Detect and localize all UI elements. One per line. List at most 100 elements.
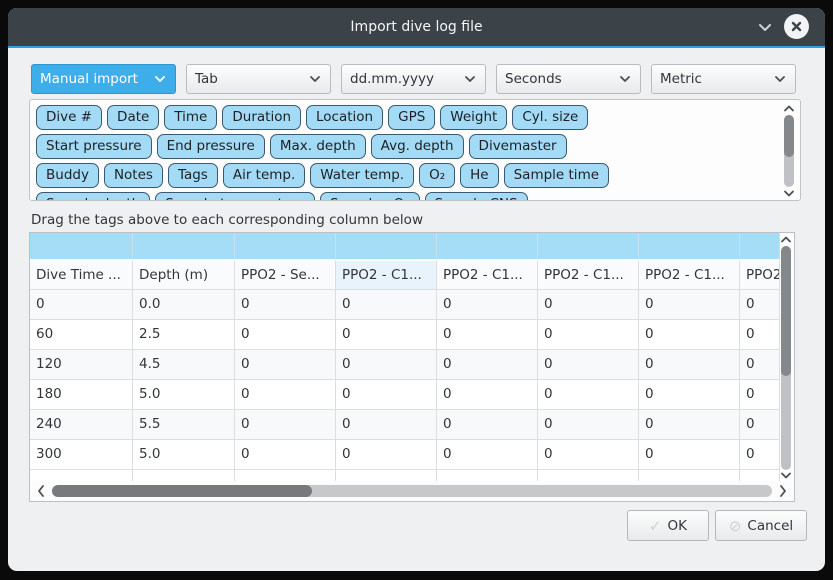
column-header[interactable]: PPO2 - C1... xyxy=(538,261,639,290)
dropdown-label: Manual import xyxy=(40,71,153,87)
table-cell xyxy=(437,470,538,481)
table-hscrollbar[interactable] xyxy=(30,481,794,501)
table-cell: 0 xyxy=(538,410,639,440)
drop-target-cell[interactable] xyxy=(336,233,437,261)
table-cell xyxy=(133,470,235,481)
tag-water-temp-[interactable]: Water temp. xyxy=(310,163,414,188)
tag-date[interactable]: Date xyxy=(107,105,159,130)
table-cell: 0 xyxy=(235,410,336,440)
tag-sample-cns[interactable]: Sample CNS xyxy=(425,192,528,201)
chevron-down-icon xyxy=(463,74,477,84)
tag-gps[interactable]: GPS xyxy=(388,105,435,130)
tag-duration[interactable]: Duration xyxy=(222,105,301,130)
column-header[interactable]: PPO2 - C1... xyxy=(336,261,437,290)
drop-target-cell[interactable] xyxy=(30,233,133,261)
shade-chevron-down-icon[interactable] xyxy=(757,20,773,34)
table-vscrollbar[interactable] xyxy=(779,234,793,481)
scroll-thumb[interactable] xyxy=(52,485,312,497)
drop-target-cell[interactable] xyxy=(437,233,538,261)
tag-row: Start pressureEnd pressureMax. depthAvg.… xyxy=(36,134,776,159)
table-cell: 2.5 xyxy=(133,320,235,350)
scroll-up-icon[interactable] xyxy=(780,235,792,244)
table-cell: 0 xyxy=(336,410,437,440)
tag-area-scrollbar[interactable] xyxy=(782,103,796,199)
scroll-thumb[interactable] xyxy=(784,115,794,157)
drop-target-cell[interactable] xyxy=(740,233,780,261)
scroll-thumb[interactable] xyxy=(781,246,791,376)
table-cell: 60 xyxy=(30,320,133,350)
tag-rows: Dive #DateTimeDurationLocationGPSWeightC… xyxy=(36,105,776,201)
table-cell: 0 xyxy=(538,320,639,350)
tag-sample-time[interactable]: Sample time xyxy=(504,163,609,188)
table-cell: 0 xyxy=(235,440,336,470)
tag-avg-depth[interactable]: Avg. depth xyxy=(371,134,464,159)
table-row: 1204.5000000 xyxy=(30,350,780,380)
scroll-down-icon[interactable] xyxy=(780,471,792,480)
column-header[interactable]: PPO2 xyxy=(740,261,780,290)
tag-buddy[interactable]: Buddy xyxy=(36,163,99,188)
table-cell: 0 xyxy=(639,350,740,380)
tag-location[interactable]: Location xyxy=(306,105,383,130)
tag-end-pressure[interactable]: End pressure xyxy=(157,134,265,159)
column-header[interactable]: PPO2 - C1... xyxy=(437,261,538,290)
column-header[interactable]: Dive Time ... xyxy=(30,261,133,290)
table-cell: 0 xyxy=(639,440,740,470)
close-button[interactable] xyxy=(784,14,809,39)
tag-dive-[interactable]: Dive # xyxy=(36,105,102,130)
table-cell: 0 xyxy=(235,290,336,320)
tag-sample-depth[interactable]: Sample depth xyxy=(36,192,150,201)
cancel-button[interactable]: ⊘ Cancel xyxy=(715,510,807,541)
tag-cyl-size[interactable]: Cyl. size xyxy=(512,105,588,130)
tag-divemaster[interactable]: Divemaster xyxy=(469,134,567,159)
dropdown-label: Metric xyxy=(660,71,773,87)
dropdown-seconds[interactable]: Seconds xyxy=(496,64,641,94)
drop-target-cell[interactable] xyxy=(133,233,235,261)
table-cell: 0 xyxy=(437,440,538,470)
drop-target-cell[interactable] xyxy=(639,233,740,261)
tag-sample-po-[interactable]: Sample pO₂ xyxy=(320,192,420,201)
drop-target-cell[interactable] xyxy=(538,233,639,261)
close-icon xyxy=(791,21,802,32)
dropdown-metric[interactable]: Metric xyxy=(651,64,796,94)
scroll-left-icon[interactable] xyxy=(36,484,46,498)
tag-he[interactable]: He xyxy=(460,163,498,188)
scroll-right-icon[interactable] xyxy=(778,484,788,498)
dialog-title: Import dive log file xyxy=(350,19,482,35)
table-row: 3005.0000000 xyxy=(30,440,780,470)
table-cell: 0 xyxy=(740,320,780,350)
tag-notes[interactable]: Notes xyxy=(104,163,163,188)
dropdown-manual-import[interactable]: Manual import xyxy=(31,64,176,94)
column-header[interactable]: PPO2 - Se... xyxy=(235,261,336,290)
tag-o-[interactable]: O₂ xyxy=(419,163,455,188)
tag-row: Dive #DateTimeDurationLocationGPSWeightC… xyxy=(36,105,776,130)
tag-area: Dive #DateTimeDurationLocationGPSWeightC… xyxy=(29,99,801,201)
column-header[interactable]: PPO2 - C1... xyxy=(639,261,740,290)
table-cell: 0 xyxy=(336,380,437,410)
tag-sample-temperature[interactable]: Sample temperature xyxy=(155,192,315,201)
table-cell: 300 xyxy=(30,440,133,470)
tag-start-pressure[interactable]: Start pressure xyxy=(36,134,152,159)
dropdown-label: Seconds xyxy=(505,71,618,87)
titlebar: Import dive log file xyxy=(8,8,825,46)
tag-air-temp-[interactable]: Air temp. xyxy=(223,163,305,188)
table-cell: 120 xyxy=(30,350,133,380)
table-cell: 5.5 xyxy=(133,410,235,440)
scroll-up-icon[interactable] xyxy=(783,104,795,113)
table-cell xyxy=(639,470,740,481)
tag-tags[interactable]: Tags xyxy=(168,163,218,188)
column-header[interactable]: Depth (m) xyxy=(133,261,235,290)
scroll-down-icon[interactable] xyxy=(783,189,795,198)
import-dialog: Import dive log file Manual import Tab dd.… xyxy=(8,8,825,571)
tag-weight[interactable]: Weight xyxy=(440,105,507,130)
tag-max-depth[interactable]: Max. depth xyxy=(270,134,366,159)
tag-time[interactable]: Time xyxy=(164,105,217,130)
drop-target-cell[interactable] xyxy=(235,233,336,261)
dropdown-tab[interactable]: Tab xyxy=(186,64,331,94)
tag-row: Sample depth Sample temperature Sample pO₂… xyxy=(36,192,776,201)
table-cell: 180 xyxy=(30,380,133,410)
table-cell xyxy=(336,470,437,481)
table-cell xyxy=(30,470,133,481)
table-cell: 0 xyxy=(639,320,740,350)
dropdown-dd-mm-yyyy[interactable]: dd.mm.yyyy xyxy=(341,64,486,94)
ok-button[interactable]: ✓ OK xyxy=(627,510,709,541)
